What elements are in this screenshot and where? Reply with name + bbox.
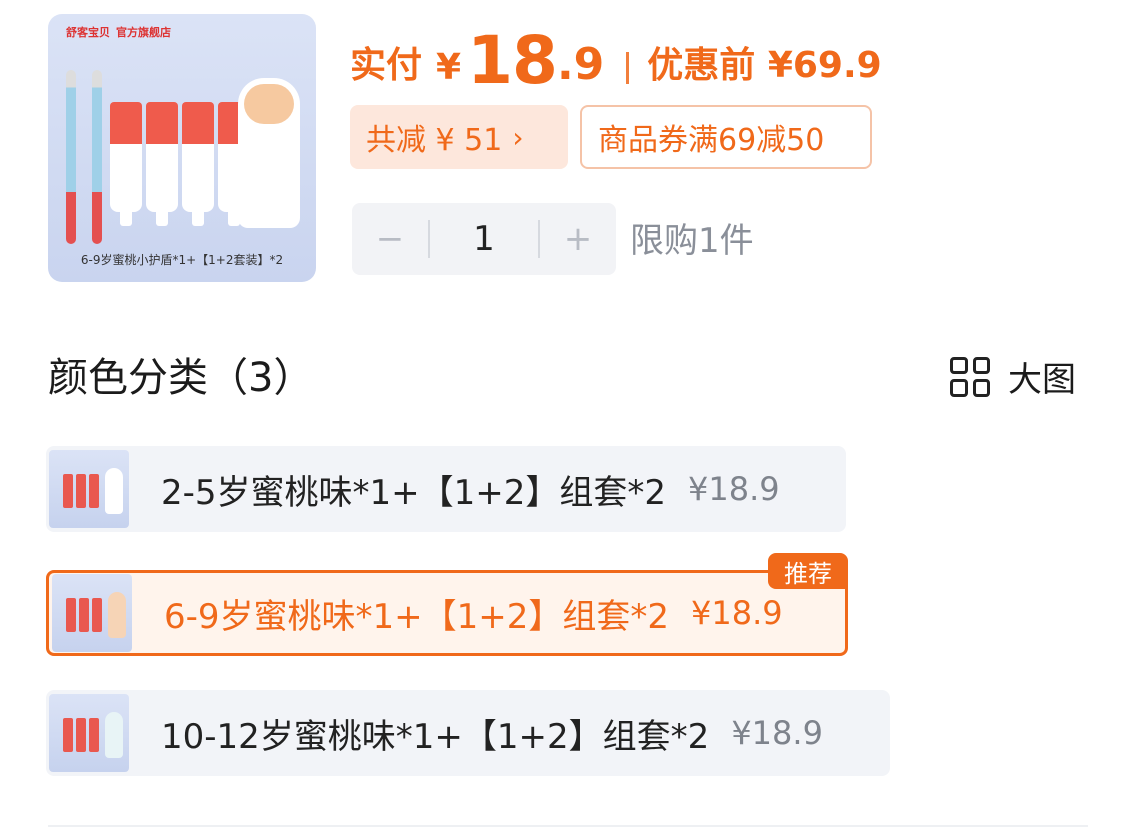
option-name: 2-5岁蜜桃味*1+【1+2】组套*2 [161,472,667,513]
pay-label: 实付 [350,45,423,86]
currency-symbol: ¥ [436,47,462,88]
grid-view-icon [950,356,990,397]
option-name: 6-9岁蜜桃味*1+【1+2】组套*2 [164,596,670,637]
toothpaste-tube-image [146,102,178,226]
coupon-label: 商品券满69减50 [598,123,825,158]
price-separator [626,52,630,84]
option-name: 10-12岁蜜桃味*1+【1+2】组套*2 [161,716,710,757]
coupon-chip[interactable]: 商品券满69减50 [580,105,872,169]
chevron-right-icon: › [512,120,524,154]
brand-name: 舒客宝贝 [66,26,110,39]
option-thumbnail [49,450,129,528]
option-price: ¥18.9 [731,714,823,752]
price-before-discount: 优惠前 ¥69.9 [647,45,882,86]
option-thumbnail [49,694,129,772]
purchase-limit-text: 限购1件 [630,221,754,261]
cat-toothpaste-image [238,78,300,228]
quantity-stepper: − 1 + [352,203,616,275]
toothpaste-tube-image [110,102,142,226]
price-integer: 18 [467,22,558,99]
decrease-button[interactable]: − [352,219,428,259]
bottom-divider [48,825,1088,827]
variation-section-title: 颜色分类（3） [48,355,314,401]
big-view-label: 大图 [1008,360,1076,400]
option-thumbnail [52,574,132,652]
recommend-badge: 推荐 [768,553,848,589]
price-decimal: .9 [556,39,605,90]
price-row: 实付 ¥ 18 .9 优惠前 ¥69.9 [350,14,882,94]
option-price: ¥18.9 [688,470,780,508]
toothpaste-tube-image [182,102,214,226]
thumbnail-caption: 6-9岁蜜桃小护盾*1+【1+2套装】*2 [80,253,284,267]
big-view-toggle[interactable]: 大图 [950,352,1076,401]
quantity-value[interactable]: 1 [430,219,538,259]
variation-option[interactable]: 10-12岁蜜桃味*1+【1+2】组套*2 ¥18.9 [46,690,890,776]
variation-option[interactable]: 2-5岁蜜桃味*1+【1+2】组套*2 ¥18.9 [46,446,846,532]
variation-option-selected[interactable]: 6-9岁蜜桃味*1+【1+2】组套*2 ¥18.9 [46,570,848,656]
thumbnail-brand: 舒客宝贝 官方旗舰店 [60,24,171,40]
increase-button[interactable]: + [540,219,616,259]
product-thumbnail[interactable]: 舒客宝贝 官方旗舰店 6-9岁蜜桃小护盾*1+【1+2套装】*2 [48,14,316,282]
store-tag: 官方旗舰店 [116,26,171,39]
option-price: ¥18.9 [691,594,783,632]
total-discount-label: 共减 ¥ 51 [366,123,503,158]
total-discount-chip[interactable]: 共减 ¥ 51 › [350,105,568,169]
toothbrush-image [92,70,102,244]
toothbrush-image [66,70,76,244]
